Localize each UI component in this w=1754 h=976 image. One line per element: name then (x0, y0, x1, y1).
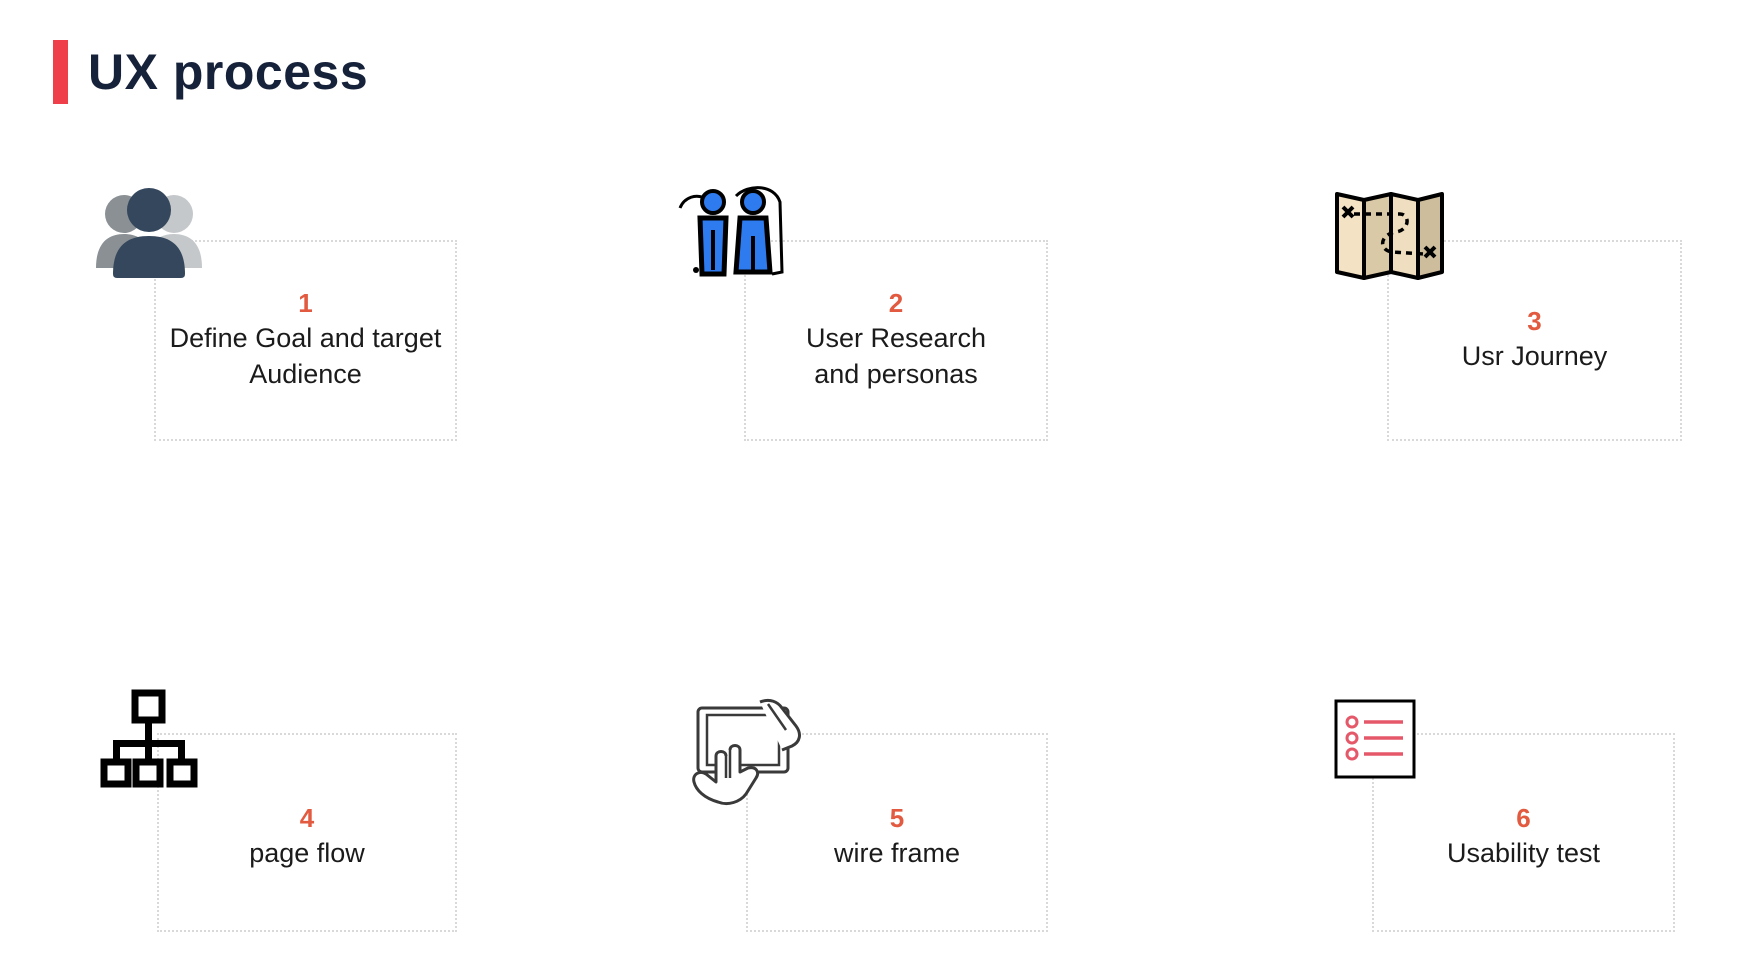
step-label: Usr Journey (1461, 341, 1608, 371)
journey-map-icon (1335, 192, 1444, 280)
step-number: 4 (299, 803, 315, 833)
checklist-icon (1334, 699, 1416, 779)
step-card-6: 6 Usability test (1372, 733, 1675, 932)
page-title: UX process (88, 44, 369, 100)
step-number: 1 (298, 288, 313, 318)
step-label: page flow (249, 838, 365, 868)
step-card-4: 4 page flow (157, 733, 457, 932)
step-number: 6 (1516, 803, 1531, 833)
users-group-icon (96, 188, 202, 278)
step-label: wire frame (833, 838, 961, 868)
step-card-2: 2 User Research and personas (744, 240, 1048, 441)
sitemap-icon (100, 689, 198, 788)
title-accent-bar (53, 40, 68, 104)
step-number: 5 (889, 803, 905, 833)
step-label: Define Goal and target Audience (169, 323, 442, 389)
tablet-touch-icon (692, 698, 801, 806)
step-number: 3 (1527, 306, 1542, 336)
step-label: User Research and personas (805, 323, 987, 389)
personas-icon (678, 186, 784, 277)
step-number: 2 (888, 288, 904, 318)
step-label: Usability test (1446, 838, 1601, 868)
